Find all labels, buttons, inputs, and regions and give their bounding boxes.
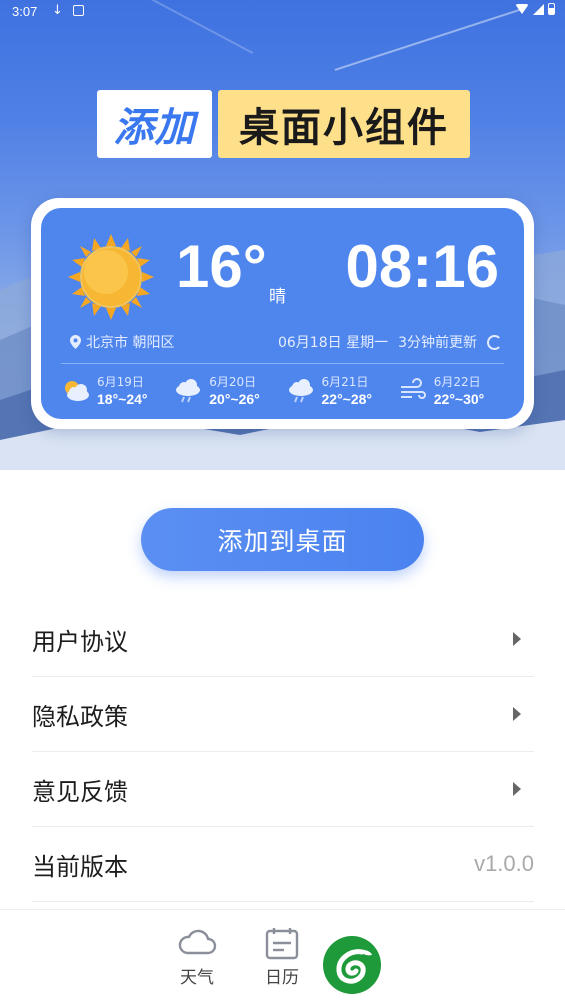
forecast-range: 20°~26° xyxy=(209,391,260,407)
status-bar: 3:07 ↓ xyxy=(0,0,565,24)
nav-label: 日历 xyxy=(265,968,299,988)
add-to-desktop-button[interactable]: 添加到桌面 xyxy=(141,508,424,571)
update-time: 3分钟前更新 xyxy=(398,335,477,351)
rain-cloud-icon xyxy=(176,379,201,403)
battery-icon xyxy=(548,3,555,15)
status-icons xyxy=(515,3,555,15)
app-logo-icon[interactable] xyxy=(322,935,382,995)
divider xyxy=(61,363,504,364)
settings-menu: 用户协议 隐私政策 意见反馈 当前版本 v1.0.0 xyxy=(32,602,534,902)
date-update-row: 06月18日 星期一 3分钟前更新 xyxy=(278,332,502,352)
nav-item-calendar[interactable]: 日历 xyxy=(252,926,312,988)
forecast-range: 22°~28° xyxy=(321,391,373,407)
wind-icon xyxy=(400,378,426,399)
widget-clock: 08:16 xyxy=(345,233,499,300)
forecast-range: 22°~30° xyxy=(433,391,485,407)
refresh-icon xyxy=(487,334,502,350)
nav-item-weather[interactable]: 天气 xyxy=(167,926,227,988)
app-notification-icon xyxy=(73,5,84,16)
weather-condition: 晴 xyxy=(269,287,286,307)
forecast-date: 6月21日 xyxy=(321,375,369,389)
forecast-item: 6月21日 22°~28° xyxy=(286,368,398,414)
forecast-item: 6月22日 22°~30° xyxy=(398,368,510,414)
bottom-nav: 天气 日历 xyxy=(0,909,565,1004)
nav-label: 天气 xyxy=(180,968,214,988)
page-title: 添加 桌面小组件 xyxy=(97,90,470,158)
signal-icon xyxy=(533,3,544,15)
rain-cloud-icon xyxy=(288,379,313,403)
forecast-item: 6月20日 20°~26° xyxy=(173,368,285,414)
chevron-right-icon xyxy=(513,707,521,721)
title-badge-widget: 桌面小组件 xyxy=(218,90,470,158)
widget-preview-frame: 16° 晴 08:16 北京市 朝阳区 06月18日 星期一 3分钟前更新 6月… xyxy=(31,198,534,429)
location-row: 北京市 朝阳区 xyxy=(70,332,174,352)
hero-banner: 3:07 ↓ 添加 桌面小组件 16° 晴 08:16 北京市 朝阳区 06月1… xyxy=(0,0,565,470)
menu-item-privacy-policy[interactable]: 隐私政策 xyxy=(32,677,534,752)
menu-item-label: 当前版本 xyxy=(32,852,128,881)
forecast-range: 18°~24° xyxy=(97,391,148,407)
current-date: 06月18日 星期一 xyxy=(277,335,389,351)
wifi-icon xyxy=(515,4,529,14)
forecast-date: 6月19日 xyxy=(97,375,144,389)
version-value: v1.0.0 xyxy=(474,851,534,876)
forecast-date: 6月20日 xyxy=(209,375,257,389)
location-text: 北京市 朝阳区 xyxy=(86,335,175,351)
forecast-date: 6月22日 xyxy=(433,375,481,389)
partly-cloudy-icon xyxy=(65,381,89,401)
title-badge-add: 添加 xyxy=(97,90,212,158)
download-icon: ↓ xyxy=(52,3,63,18)
menu-item-feedback[interactable]: 意见反馈 xyxy=(32,752,534,827)
menu-item-user-agreement[interactable]: 用户协议 xyxy=(32,602,534,677)
cloud-icon xyxy=(178,929,217,955)
current-temperature: 16° xyxy=(176,233,267,300)
chevron-right-icon xyxy=(513,632,521,646)
weather-widget-preview: 16° 晴 08:16 北京市 朝阳区 06月18日 星期一 3分钟前更新 6月… xyxy=(41,208,524,419)
calendar-icon xyxy=(265,928,299,960)
sun-icon xyxy=(68,234,154,320)
menu-item-label: 意见反馈 xyxy=(32,777,128,806)
location-pin-icon xyxy=(70,335,81,349)
chevron-right-icon xyxy=(513,782,521,796)
menu-item-label: 用户协议 xyxy=(32,627,128,656)
forecast-item: 6月19日 18°~24° xyxy=(61,368,173,414)
menu-item-version: 当前版本 v1.0.0 xyxy=(32,827,534,902)
forecast-list: 6月19日 18°~24° 6月20日 20°~26° 6月21日 22°~28… xyxy=(61,368,510,414)
status-time: 3:07 xyxy=(12,4,38,19)
menu-item-label: 隐私政策 xyxy=(32,702,128,731)
